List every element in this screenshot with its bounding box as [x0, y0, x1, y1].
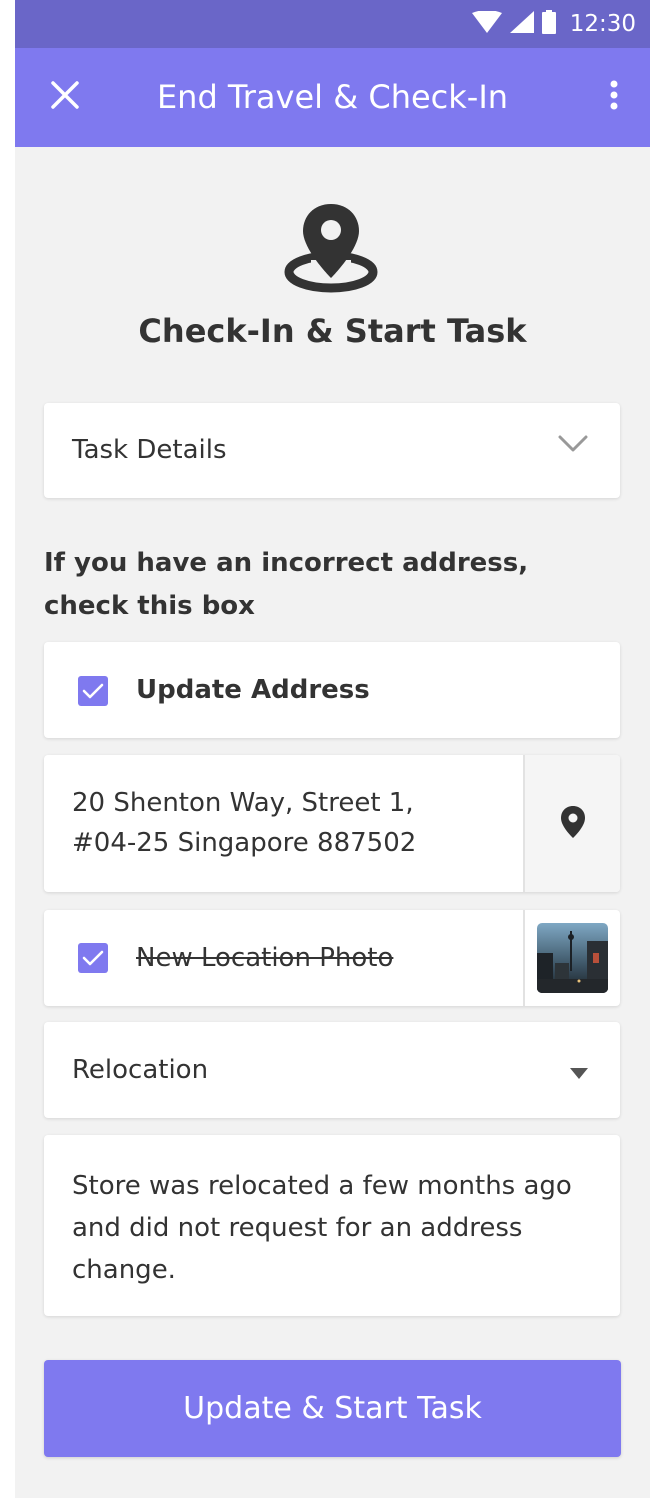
hero-title: Check-In & Start Task: [138, 312, 527, 350]
address-text: 20 Shenton Way, Street 1, #04-25 Singapo…: [72, 783, 512, 863]
map-pin-icon: [560, 805, 586, 843]
notes-textarea[interactable]: Store was relocated a few months ago and…: [44, 1135, 620, 1316]
reason-selected-value: Relocation: [72, 1055, 209, 1085]
instruction-text: If you have an incorrect address, check …: [44, 548, 529, 621]
new-location-photo-checkbox[interactable]: [78, 943, 108, 973]
status-time: 12:30: [569, 11, 636, 37]
chevron-down-icon: [558, 435, 588, 457]
battery-icon: [541, 10, 556, 38]
update-address-row[interactable]: Update Address: [44, 642, 620, 738]
update-and-start-task-button[interactable]: Update & Start Task: [44, 1360, 621, 1457]
street-photo-thumbnail: [537, 923, 608, 993]
task-details-label: Task Details: [72, 435, 227, 465]
notes-text: Store was relocated a few months ago and…: [72, 1171, 572, 1285]
wifi-icon: [471, 10, 502, 37]
app-bar: End Travel & Check-In: [15, 48, 650, 147]
task-details-dropdown[interactable]: Task Details: [44, 403, 620, 498]
dropdown-caret-icon: [570, 1064, 588, 1083]
location-pin-icon: [281, 200, 381, 296]
address-field[interactable]: 20 Shenton Way, Street 1, #04-25 Singapo…: [44, 755, 620, 892]
app-bar-title: End Travel & Check-In: [156, 78, 509, 116]
photo-thumbnail-button[interactable]: [523, 910, 620, 1006]
address-line1: 20 Shenton Way, Street 1,: [72, 788, 414, 818]
update-address-checkbox[interactable]: [78, 676, 108, 706]
phone-screen: 12:30 End Travel & Check-In Check-In & S…: [15, 0, 650, 1498]
map-pin-button[interactable]: [523, 755, 620, 892]
more-options-button[interactable]: [602, 73, 626, 121]
reason-dropdown[interactable]: Relocation: [44, 1022, 620, 1118]
more-vert-icon: [610, 80, 618, 114]
address-line2: #04-25 Singapore 887502: [72, 828, 417, 858]
update-address-label: Update Address: [136, 675, 370, 705]
status-bar: 12:30: [15, 0, 650, 48]
new-location-photo-label: New Location Photo: [136, 943, 394, 973]
new-location-photo-row[interactable]: New Location Photo: [44, 910, 620, 1006]
status-icons: 12:30: [471, 0, 636, 48]
cell-signal-icon: [509, 11, 534, 37]
